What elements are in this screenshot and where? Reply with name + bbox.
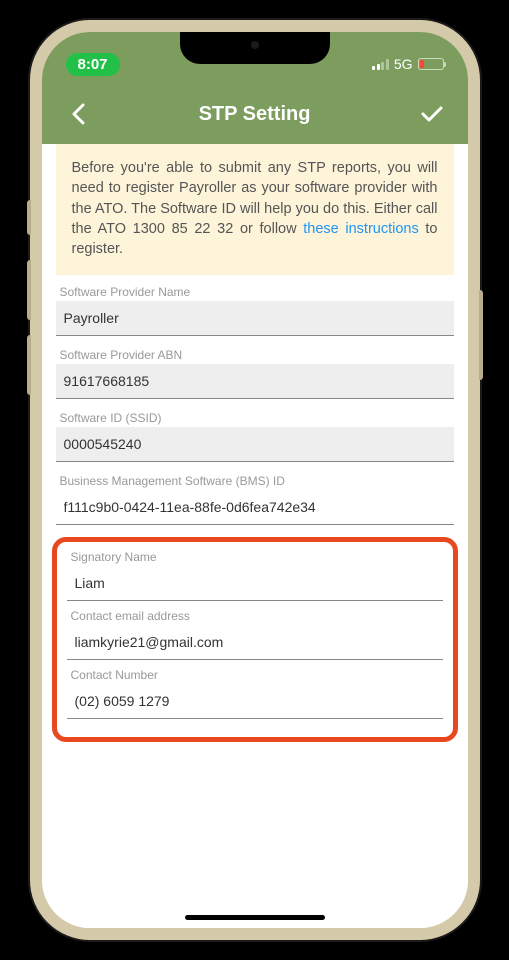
battery-icon	[418, 58, 444, 70]
field-label: Software Provider Name	[56, 285, 454, 299]
network-label: 5G	[394, 56, 413, 72]
field-label: Software Provider ABN	[56, 348, 454, 362]
status-right: 5G	[372, 56, 443, 72]
screen: 8:07 5G STP Setting	[42, 32, 468, 928]
field-software-provider-name: Software Provider Name	[56, 285, 454, 336]
phone-notch	[180, 32, 330, 64]
phone-volume-up	[27, 260, 31, 320]
highlight-box: Signatory Name Contact email address Con…	[52, 537, 458, 742]
chevron-left-icon	[71, 103, 85, 125]
camera-dot	[251, 41, 259, 49]
field-label: Contact Number	[67, 668, 443, 682]
content: Before you're able to submit any STP rep…	[42, 144, 468, 928]
contact-email-input[interactable]	[67, 625, 443, 660]
field-software-provider-abn: Software Provider ABN	[56, 348, 454, 399]
field-bms-id: Business Management Software (BMS) ID	[56, 474, 454, 525]
confirm-button[interactable]	[416, 98, 448, 130]
phone-mute-switch	[27, 200, 31, 235]
field-label: Signatory Name	[67, 550, 443, 564]
checkmark-icon	[420, 104, 444, 124]
field-label: Contact email address	[67, 609, 443, 623]
field-contact-email: Contact email address	[63, 609, 447, 660]
phone-frame: 8:07 5G STP Setting	[30, 20, 480, 940]
nav-bar: STP Setting	[42, 84, 468, 144]
field-label: Software ID (SSID)	[56, 411, 454, 425]
info-banner: Before you're able to submit any STP rep…	[56, 144, 454, 275]
field-contact-number: Contact Number	[63, 668, 447, 719]
phone-side-button	[479, 290, 483, 380]
instructions-link[interactable]: these instructions	[303, 221, 418, 237]
back-button[interactable]	[62, 98, 94, 130]
page-title: STP Setting	[199, 103, 311, 126]
software-provider-name-input[interactable]	[56, 301, 454, 336]
field-label: Business Management Software (BMS) ID	[56, 474, 454, 488]
bms-id-input[interactable]	[56, 490, 454, 525]
contact-number-input[interactable]	[67, 684, 443, 719]
software-provider-abn-input[interactable]	[56, 364, 454, 399]
field-software-id: Software ID (SSID)	[56, 411, 454, 462]
form-fields: Software Provider Name Software Provider…	[42, 275, 468, 525]
phone-volume-down	[27, 335, 31, 395]
status-time: 8:07	[66, 53, 120, 76]
field-signatory-name: Signatory Name	[63, 550, 447, 601]
signal-icon	[372, 59, 389, 70]
software-id-input[interactable]	[56, 427, 454, 462]
signatory-name-input[interactable]	[67, 566, 443, 601]
home-indicator[interactable]	[185, 915, 325, 920]
